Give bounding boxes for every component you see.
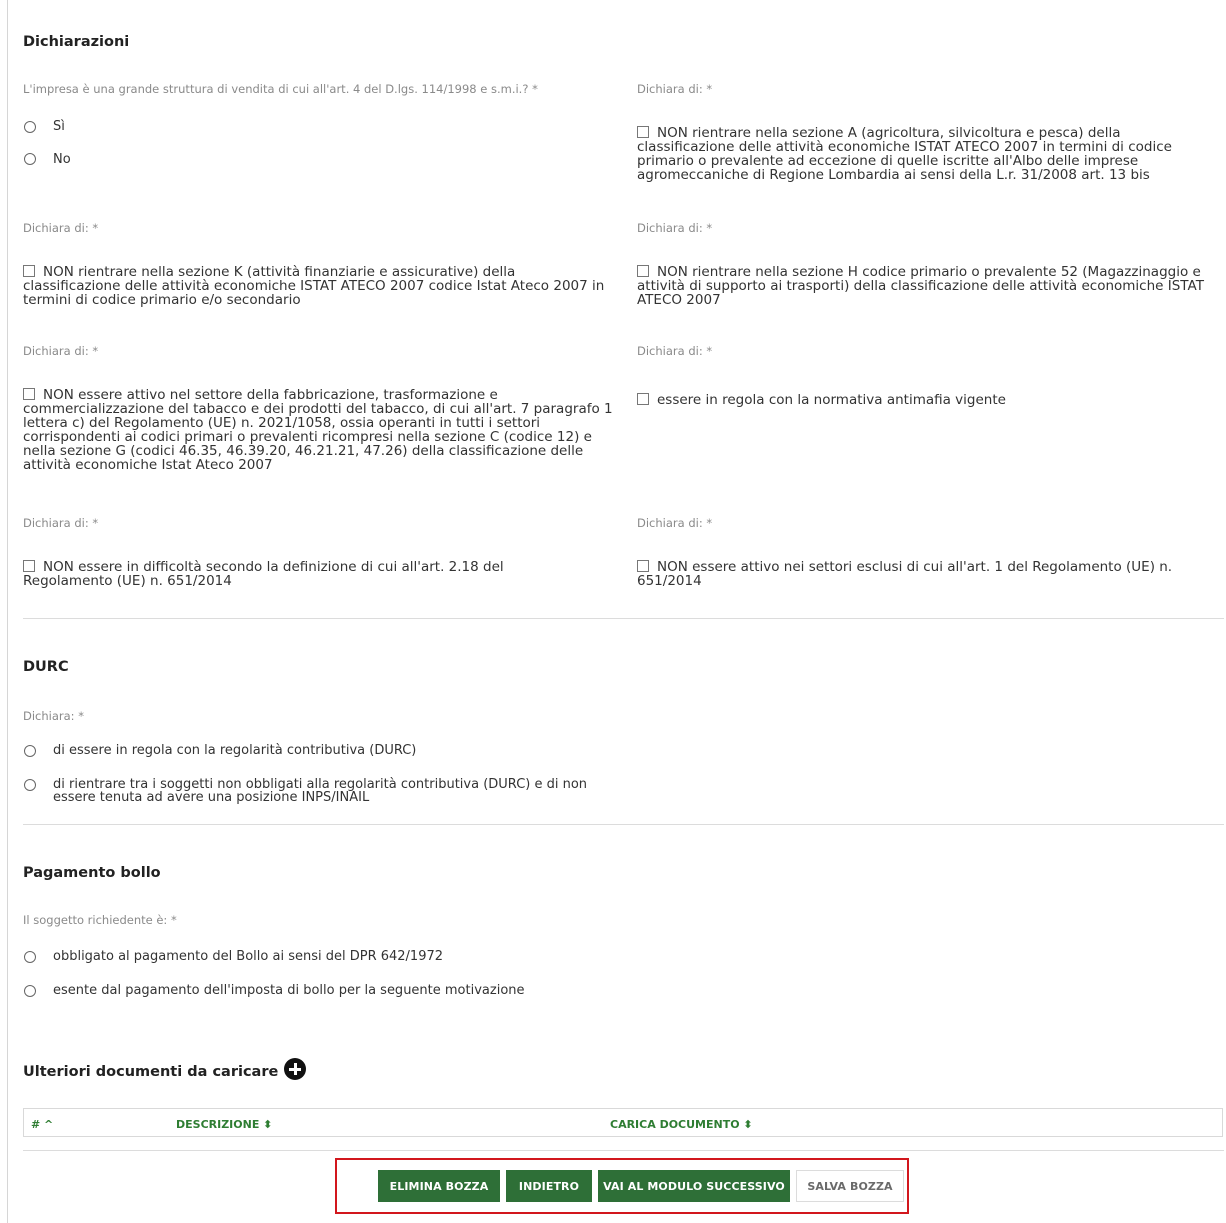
radio-bollo-obbligato[interactable] <box>24 951 36 963</box>
checkbox-box[interactable] <box>637 126 649 138</box>
checkbox-tabacco[interactable]: NON essere attivo nel settore della fabb… <box>23 388 613 472</box>
checkbox-sezione-h-label: NON rientrare nella sezione H codice pri… <box>637 264 1204 308</box>
checkbox-settori-esclusi[interactable]: NON essere attivo nei settori esclusi di… <box>637 560 1197 588</box>
documenti-table-header: # ^ DESCRIZIONE ⬍ CARICA DOCUMENTO ⬍ <box>23 1108 1223 1137</box>
salva-bozza-button[interactable]: SALVA BOZZA <box>796 1170 904 1202</box>
radio-bollo-esente-label[interactable]: esente dal pagamento dell'imposta di bol… <box>53 984 525 997</box>
documenti-header: Ulteriori documenti da caricare <box>23 1058 307 1080</box>
checkbox-box[interactable] <box>637 393 649 405</box>
radio-no[interactable] <box>24 153 36 165</box>
column-header-index[interactable]: # ^ <box>31 1118 53 1131</box>
checkbox-sezione-h[interactable]: NON rientrare nella sezione H codice pri… <box>637 265 1222 307</box>
section-title-dichiarazioni: Dichiarazioni <box>23 34 130 50</box>
durc-label: Dichiara: * <box>23 709 84 723</box>
radio-durc-regola-label[interactable]: di essere in regola con la regolarità co… <box>53 744 416 757</box>
checkbox-box[interactable] <box>23 560 35 572</box>
dichiara-label: Dichiara di: * <box>637 344 713 358</box>
checkbox-sezione-k-label: NON rientrare nella sezione K (attività … <box>23 264 605 308</box>
checkbox-antimafia-label: essere in regola con la normativa antima… <box>657 392 1006 408</box>
dichiara-label: Dichiara di: * <box>637 516 713 530</box>
radio-no-label[interactable]: No <box>53 153 71 166</box>
dichiara-label: Dichiara di: * <box>637 82 713 96</box>
radio-si[interactable] <box>24 121 36 133</box>
checkbox-box[interactable] <box>637 560 649 572</box>
checkbox-difficolta-label: NON essere in difficoltà secondo la defi… <box>23 559 504 589</box>
indietro-button[interactable]: INDIETRO <box>506 1170 592 1202</box>
dichiara-label: Dichiara di: * <box>23 516 99 530</box>
column-header-carica-documento[interactable]: CARICA DOCUMENTO ⬍ <box>610 1118 753 1131</box>
radio-si-label[interactable]: Sì <box>53 120 65 133</box>
checkbox-box[interactable] <box>23 388 35 400</box>
section-title-documenti: Ulteriori documenti da caricare <box>23 1064 279 1080</box>
dichiara-label: Dichiara di: * <box>23 221 99 235</box>
radio-durc-non-obbligati[interactable] <box>24 779 36 791</box>
checkbox-sezione-k[interactable]: NON rientrare nella sezione K (attività … <box>23 265 613 307</box>
section-divider <box>23 824 1224 825</box>
elimina-bozza-button[interactable]: ELIMINA BOZZA <box>378 1170 500 1202</box>
grande-struttura-label: L'impresa è una grande struttura di vend… <box>23 82 538 96</box>
radio-durc-non-obbligati-label[interactable]: di rientrare tra i soggetti non obbligat… <box>53 778 593 804</box>
checkbox-box[interactable] <box>637 265 649 277</box>
section-divider <box>23 618 1224 619</box>
left-border <box>7 0 8 1223</box>
bollo-label: Il soggetto richiedente è: * <box>23 913 177 927</box>
section-title-durc: DURC <box>23 659 69 675</box>
checkbox-settori-esclusi-label: NON essere attivo nei settori esclusi di… <box>637 559 1173 589</box>
checkbox-sezione-a-label: NON rientrare nella sezione A (agricoltu… <box>637 125 1172 183</box>
radio-bollo-esente[interactable] <box>24 985 36 997</box>
dichiara-label: Dichiara di: * <box>23 344 99 358</box>
radio-durc-regola[interactable] <box>24 745 36 757</box>
checkbox-difficolta[interactable]: NON essere in difficoltà secondo la defi… <box>23 560 543 588</box>
checkbox-sezione-a[interactable]: NON rientrare nella sezione A (agricoltu… <box>637 126 1207 182</box>
radio-bollo-obbligato-label[interactable]: obbligato al pagamento del Bollo ai sens… <box>53 950 443 963</box>
checkbox-tabacco-label: NON essere attivo nel settore della fabb… <box>23 387 613 473</box>
column-header-descrizione[interactable]: DESCRIZIONE ⬍ <box>176 1118 272 1131</box>
checkbox-box[interactable] <box>23 265 35 277</box>
section-divider <box>23 1150 1224 1151</box>
plus-circle-icon[interactable] <box>284 1058 307 1080</box>
checkbox-antimafia[interactable]: essere in regola con la normativa antima… <box>637 393 1222 407</box>
vai-al-modulo-successivo-button[interactable]: VAI AL MODULO SUCCESSIVO <box>598 1170 790 1202</box>
dichiara-label: Dichiara di: * <box>637 221 713 235</box>
section-title-bollo: Pagamento bollo <box>23 865 161 881</box>
